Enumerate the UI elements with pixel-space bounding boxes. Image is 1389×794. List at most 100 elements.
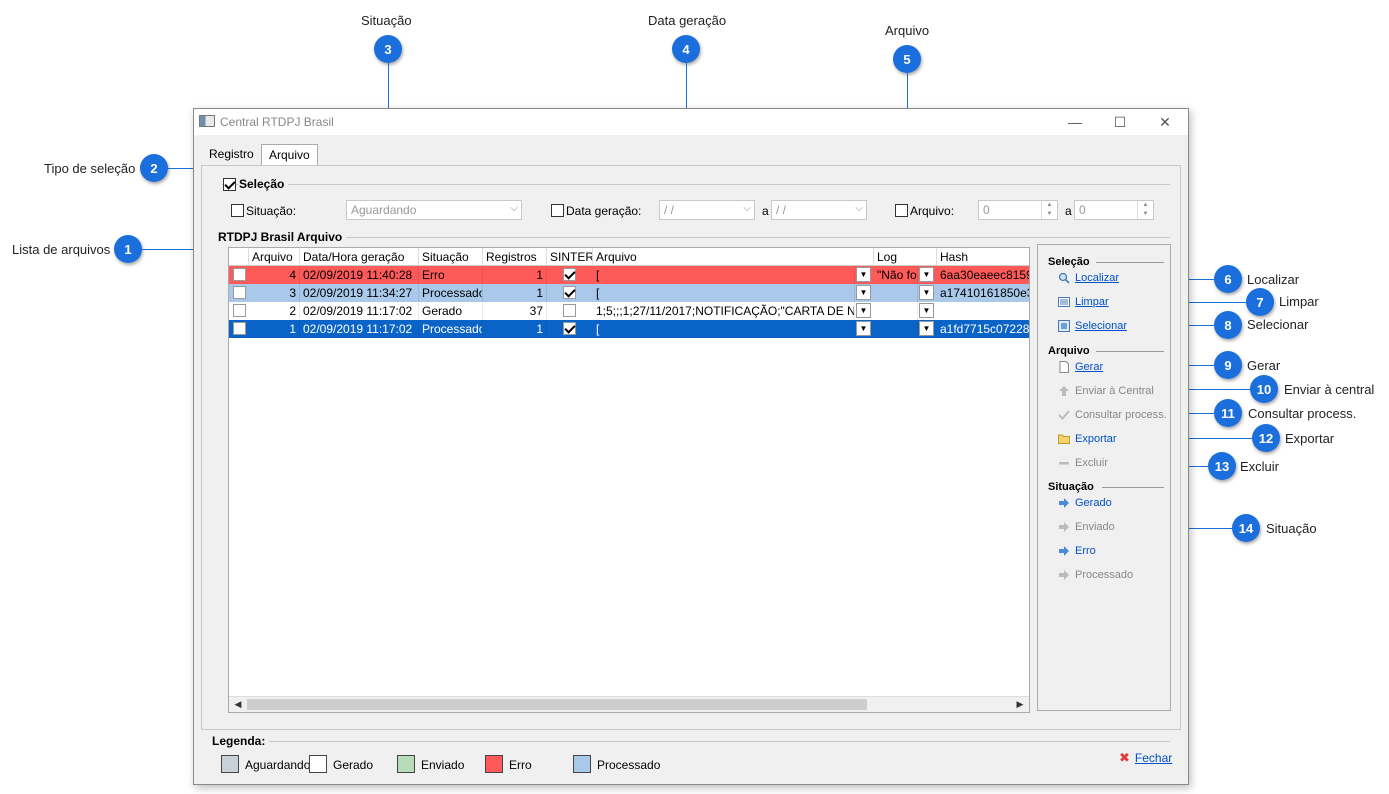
cell-log: "Não foi p [874, 266, 918, 284]
grid-header-sinter[interactable]: SINTER [547, 248, 593, 266]
callout-badge-2: 2 [140, 154, 168, 182]
localizar-button[interactable]: Localizar [1058, 272, 1119, 284]
gerar-button[interactable]: Gerar [1058, 361, 1103, 373]
file-list-grid[interactable]: Arquivo Data/Hora geração Situação Regis… [228, 247, 1030, 713]
sinter-checkbox[interactable] [563, 304, 576, 317]
cell-arquivo: 2 [249, 302, 300, 320]
minimize-button[interactable]: — [1052, 109, 1098, 135]
cell-data: 02/09/2019 11:40:28 [300, 266, 419, 284]
legend-swatch-erro [485, 755, 503, 773]
grid-header-data[interactable]: Data/Hora geração [300, 248, 419, 266]
fechar-button[interactable]: ✖ Fechar [1119, 750, 1172, 766]
app-icon [199, 115, 215, 127]
exportar-button[interactable]: Exportar [1058, 433, 1117, 445]
grid-header-log[interactable]: Log [874, 248, 937, 266]
cell-dropdown-icon[interactable]: ▼ [856, 321, 871, 336]
callout-badge-10: 10 [1250, 375, 1278, 403]
enviar-central-button: Enviar à Central [1058, 385, 1154, 397]
minus-icon [1059, 462, 1069, 465]
callout-label-data-geracao: Data geração [648, 13, 727, 28]
sinter-checkbox[interactable] [563, 268, 576, 281]
arquivo-checkbox[interactable] [895, 204, 908, 217]
legend-label-processado: Processado [597, 758, 661, 772]
callout-badge-4: 4 [672, 35, 700, 63]
checkmark-icon [1058, 410, 1070, 420]
arquivo-from-spinner[interactable]: 0 ▲ ▼ [978, 200, 1058, 220]
cell-dropdown-icon[interactable]: ▼ [919, 303, 934, 318]
select-grid-icon [1058, 320, 1070, 332]
limpar-button[interactable]: Limpar [1058, 296, 1109, 308]
cell-dropdown-icon[interactable]: ▼ [856, 285, 871, 300]
cell-log [874, 320, 918, 338]
callout-label-localizar: Localizar [1247, 272, 1300, 287]
cell-dropdown-icon[interactable]: ▼ [856, 267, 871, 282]
row-select-checkbox[interactable] [233, 322, 246, 335]
horizontal-scrollbar[interactable]: ◀ ▶ [229, 696, 1029, 712]
callout-badge-7: 7 [1246, 288, 1274, 316]
arquivo-to-value: 0 [1079, 203, 1086, 217]
legend-swatch-processado [573, 755, 591, 773]
row-select-checkbox[interactable] [233, 268, 246, 281]
data-geracao-label: Data geração: [566, 204, 642, 218]
callout-badge-6: 6 [1214, 265, 1242, 293]
cell-log [874, 284, 918, 302]
data-to-value: / / [776, 203, 787, 217]
close-button[interactable]: ✕ [1142, 109, 1188, 135]
callout-label-excluir: Excluir [1240, 459, 1280, 474]
cell-dropdown-icon[interactable]: ▼ [919, 285, 934, 300]
arquivo-to-spinner[interactable]: 0 ▲ ▼ [1074, 200, 1154, 220]
search-icon [1058, 272, 1070, 284]
sinter-checkbox[interactable] [563, 286, 576, 299]
list-group-rule [218, 237, 1170, 238]
selecao-checkbox[interactable] [223, 178, 236, 191]
situacao-erro-button[interactable]: Erro [1058, 545, 1096, 557]
scrollbar-thumb[interactable] [247, 699, 867, 710]
situacao-gerado-button[interactable]: Gerado [1058, 497, 1112, 509]
callout-label-situacao-side: Situação [1266, 521, 1317, 536]
data-to-dropdown[interactable]: / / ⌵ [771, 200, 867, 220]
grid-header-arquivo[interactable]: Arquivo [249, 248, 300, 266]
cell-registros: 1 [483, 266, 547, 284]
data-geracao-checkbox[interactable] [551, 204, 564, 217]
maximize-button[interactable]: ☐ [1097, 109, 1143, 135]
sinter-checkbox[interactable] [563, 322, 576, 335]
cell-hash [937, 302, 1029, 320]
grid-header-situacao[interactable]: Situação [419, 248, 483, 266]
grid-header-hash[interactable]: Hash [937, 248, 1029, 266]
spinner-arrows-icon[interactable]: ▲ ▼ [1041, 201, 1057, 219]
tab-registro[interactable]: Registro [202, 144, 261, 166]
scroll-right-icon[interactable]: ▶ [1013, 699, 1027, 711]
scroll-left-icon[interactable]: ◀ [231, 699, 245, 711]
situacao-checkbox[interactable] [231, 204, 244, 217]
callout-badge-8: 8 [1214, 311, 1242, 339]
callout-label-arquivo: Arquivo [885, 23, 930, 38]
legend-label-erro: Erro [509, 758, 532, 772]
cell-arquivo-content: [ [593, 284, 855, 302]
data-from-dropdown[interactable]: / / ⌵ [659, 200, 755, 220]
data-range-separator: a [762, 204, 769, 218]
selecionar-button[interactable]: Selecionar [1058, 320, 1127, 332]
situacao-dropdown[interactable]: Aguardando ⌵ [346, 200, 522, 220]
cell-arquivo-content: [ [593, 266, 855, 284]
callout-badge-5: 5 [893, 45, 921, 73]
tab-arquivo[interactable]: Arquivo [261, 144, 318, 166]
spinner-arrows-icon[interactable]: ▲ ▼ [1137, 201, 1153, 219]
callout-label-selecionar: Selecionar [1247, 317, 1309, 332]
side-situacao-rule [1102, 487, 1164, 488]
table-row[interactable]: 4 02/09/2019 11:40:28 Erro 1 [ ▼ "Não fo… [229, 266, 1029, 284]
table-row[interactable]: 1 02/09/2019 11:17:02 Processado 1 [ ▼ ▼… [229, 320, 1029, 338]
cell-dropdown-icon[interactable]: ▼ [919, 321, 934, 336]
cell-arquivo: 4 [249, 266, 300, 284]
table-row[interactable]: 2 02/09/2019 11:17:02 Gerado 37 1;5;;;1;… [229, 302, 1029, 320]
callout-label-limpar: Limpar [1279, 294, 1319, 309]
row-select-checkbox[interactable] [233, 304, 246, 317]
table-row[interactable]: 3 02/09/2019 11:34:27 Processado 1 [ ▼ ▼… [229, 284, 1029, 302]
cell-dropdown-icon[interactable]: ▼ [919, 267, 934, 282]
legend-label-gerado: Gerado [333, 758, 374, 772]
grid-header-registros[interactable]: Registros [483, 248, 547, 266]
row-select-checkbox[interactable] [233, 286, 246, 299]
callout-label-lista-arquivos: Lista de arquivos [12, 242, 111, 257]
window-title: Central RTDPJ Brasil [220, 115, 334, 129]
cell-dropdown-icon[interactable]: ▼ [856, 303, 871, 318]
grid-header-arquivo-content[interactable]: Arquivo [593, 248, 874, 266]
